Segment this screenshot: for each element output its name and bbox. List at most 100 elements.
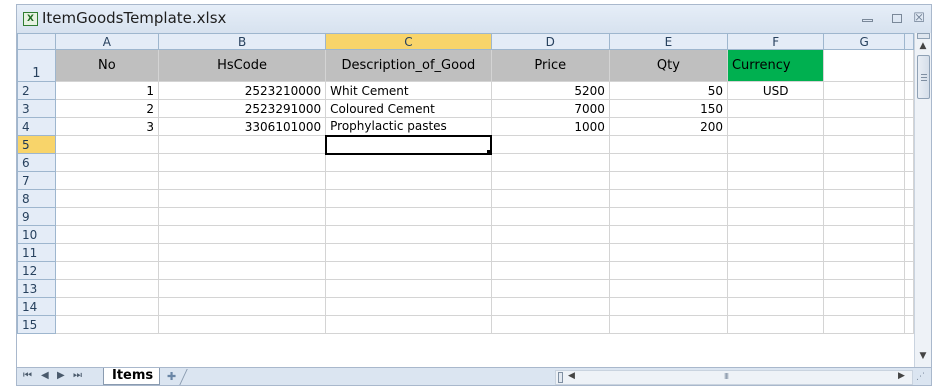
cell-c3[interactable]: Coloured Cement (325, 99, 492, 118)
column-heading-h[interactable] (904, 33, 914, 50)
cell-h13[interactable] (904, 279, 914, 298)
row-heading[interactable]: 5 (17, 135, 56, 154)
cell-h5[interactable] (904, 135, 914, 154)
cell-c4[interactable]: Prophylactic pastes (325, 117, 492, 136)
cell-c14[interactable] (325, 297, 492, 316)
cell-g14[interactable] (823, 297, 905, 316)
cell-f10[interactable] (726, 225, 825, 244)
cell-c9[interactable] (325, 207, 492, 226)
cell-f3[interactable] (726, 99, 825, 118)
row-heading[interactable]: 11 (17, 243, 56, 262)
row-heading[interactable]: 10 (17, 225, 56, 244)
cell-g4[interactable] (823, 117, 905, 136)
cell-b8[interactable] (157, 189, 327, 208)
cell-e14[interactable] (608, 297, 728, 316)
cell-a4[interactable]: 3 (54, 117, 159, 136)
cell-h11[interactable] (904, 243, 914, 262)
cell-b15[interactable] (157, 315, 327, 334)
cell-f13[interactable] (726, 279, 825, 298)
cell-f9[interactable] (726, 207, 825, 226)
cell-e10[interactable] (608, 225, 728, 244)
cell-b3[interactable]: 2523291000 (157, 99, 327, 118)
cell-c13[interactable] (325, 279, 492, 298)
row-heading[interactable]: 1 (17, 49, 56, 82)
minimize-button[interactable] (854, 9, 880, 29)
cell-d10[interactable] (490, 225, 610, 244)
previous-sheet-icon[interactable]: ◀ (41, 370, 49, 381)
column-heading-f[interactable]: F (726, 33, 825, 50)
cell-a15[interactable] (54, 315, 159, 334)
cell-g9[interactable] (823, 207, 905, 226)
cell-d1[interactable]: Price (490, 49, 610, 82)
scroll-up-arrow-icon[interactable]: ▲ (915, 41, 931, 55)
split-box[interactable] (917, 33, 930, 39)
cell-d15[interactable] (490, 315, 610, 334)
cell-a9[interactable] (54, 207, 159, 226)
column-heading-c[interactable]: C (325, 33, 492, 50)
cell-f12[interactable] (726, 261, 825, 280)
cell-f14[interactable] (726, 297, 825, 316)
vertical-scrollbar[interactable]: ▲ ▼ (914, 33, 931, 367)
cell-d3[interactable]: 7000 (490, 99, 610, 118)
cell-f15[interactable] (726, 315, 825, 334)
cell-h9[interactable] (904, 207, 914, 226)
cell-h8[interactable] (904, 189, 914, 208)
cell-g3[interactable] (823, 99, 905, 118)
cell-h1[interactable] (904, 49, 914, 82)
cell-h10[interactable] (904, 225, 914, 244)
row-heading[interactable]: 3 (17, 99, 56, 118)
cell-g10[interactable] (823, 225, 905, 244)
cell-h2[interactable] (904, 81, 914, 100)
scroll-right-arrow-icon[interactable]: ▶ (898, 371, 905, 381)
cell-a2[interactable]: 1 (54, 81, 159, 100)
column-heading-e[interactable]: E (608, 33, 728, 50)
cell-f6[interactable] (726, 153, 825, 172)
row-heading[interactable]: 14 (17, 297, 56, 316)
insert-worksheet-icon[interactable]: ✚ (167, 370, 183, 383)
cell-h14[interactable] (904, 297, 914, 316)
cell-d9[interactable] (490, 207, 610, 226)
cell-a12[interactable] (54, 261, 159, 280)
cell-d2[interactable]: 5200 (490, 81, 610, 100)
cell-f11[interactable] (726, 243, 825, 262)
next-sheet-icon[interactable]: ▶ (57, 370, 65, 381)
cell-a10[interactable] (54, 225, 159, 244)
select-all-corner[interactable] (17, 33, 56, 50)
row-heading[interactable]: 6 (17, 153, 56, 172)
cell-h12[interactable] (904, 261, 914, 280)
excel-file-icon[interactable]: X (23, 12, 38, 26)
title-bar[interactable]: X ItemGoodsTemplate.xlsx ☒ (17, 5, 931, 33)
cell-h6[interactable] (904, 153, 914, 172)
cell-g6[interactable] (823, 153, 905, 172)
cell-d13[interactable] (490, 279, 610, 298)
cell-b12[interactable] (157, 261, 327, 280)
cell-c11[interactable] (325, 243, 492, 262)
cell-g7[interactable] (823, 171, 905, 190)
cell-e8[interactable] (608, 189, 728, 208)
cell-e7[interactable] (608, 171, 728, 190)
cell-e15[interactable] (608, 315, 728, 334)
cell-e1[interactable]: Qty (608, 49, 728, 82)
row-heading[interactable]: 2 (17, 81, 56, 100)
column-heading-b[interactable]: B (157, 33, 327, 50)
cell-d12[interactable] (490, 261, 610, 280)
cell-b7[interactable] (157, 171, 327, 190)
fill-handle[interactable] (487, 149, 493, 155)
cell-a13[interactable] (54, 279, 159, 298)
cell-a5[interactable] (54, 135, 159, 154)
cell-b1[interactable]: HsCode (157, 49, 327, 82)
scroll-down-arrow-icon[interactable]: ▼ (915, 351, 931, 365)
cell-a8[interactable] (54, 189, 159, 208)
cell-g2[interactable] (823, 81, 905, 100)
cell-d8[interactable] (490, 189, 610, 208)
vertical-scroll-thumb[interactable] (917, 55, 930, 99)
cell-a14[interactable] (54, 297, 159, 316)
cell-b11[interactable] (157, 243, 327, 262)
cell-c1[interactable]: Description_of_Good (325, 49, 492, 82)
cell-a11[interactable] (54, 243, 159, 262)
cell-e4[interactable]: 200 (608, 117, 728, 136)
cell-c10[interactable] (325, 225, 492, 244)
cell-e11[interactable] (608, 243, 728, 262)
column-heading-a[interactable]: A (54, 33, 159, 50)
horizontal-scrollbar[interactable]: ◀ III ▶ (555, 370, 913, 385)
